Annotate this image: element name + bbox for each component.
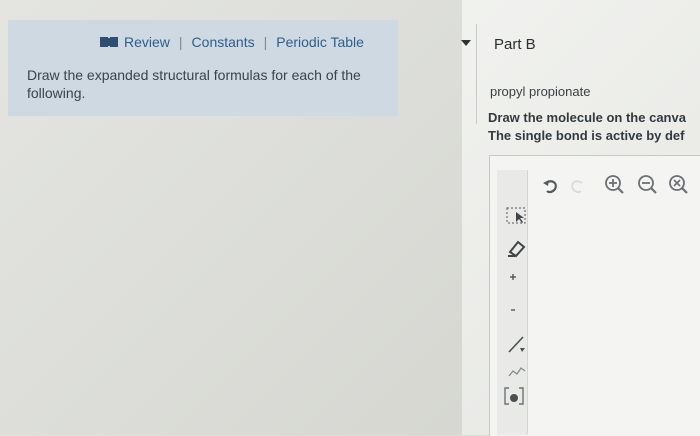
book-icon bbox=[100, 36, 118, 48]
reset-icon[interactable] bbox=[668, 174, 690, 196]
panel-divider bbox=[476, 24, 477, 124]
zoom-out-icon[interactable] bbox=[637, 174, 659, 196]
review-link[interactable]: Review bbox=[124, 34, 170, 50]
charge-plus-icon[interactable] bbox=[508, 272, 518, 282]
collapse-caret-icon[interactable] bbox=[461, 40, 471, 46]
periodic-table-link[interactable]: Periodic Table bbox=[276, 34, 364, 50]
chain-icon[interactable] bbox=[506, 358, 528, 380]
zoom-in-icon[interactable] bbox=[604, 174, 626, 196]
constants-link[interactable]: Constants bbox=[192, 34, 255, 50]
compound-name: propyl propionate bbox=[490, 84, 591, 99]
link-separator: | bbox=[263, 34, 268, 50]
left-panel: Review | Constants | Periodic Table Draw… bbox=[0, 0, 462, 435]
charge-minus-icon[interactable] bbox=[509, 306, 517, 314]
redo-icon[interactable] bbox=[568, 175, 588, 197]
part-title[interactable]: Part B bbox=[494, 36, 536, 53]
undo-icon[interactable] bbox=[540, 175, 562, 197]
resource-links: Review | Constants | Periodic Table bbox=[100, 34, 364, 50]
select-icon[interactable] bbox=[505, 205, 529, 227]
bond-icon[interactable] bbox=[506, 333, 528, 355]
bracket-icon[interactable] bbox=[502, 386, 526, 406]
question-prompt: Draw the expanded structural formulas fo… bbox=[27, 67, 361, 101]
eraser-icon[interactable] bbox=[505, 238, 527, 258]
instruction-text: Draw the molecule on the canva bbox=[488, 110, 686, 125]
instruction-text-2: The single bond is active by def bbox=[488, 128, 685, 143]
link-separator: | bbox=[178, 34, 183, 50]
